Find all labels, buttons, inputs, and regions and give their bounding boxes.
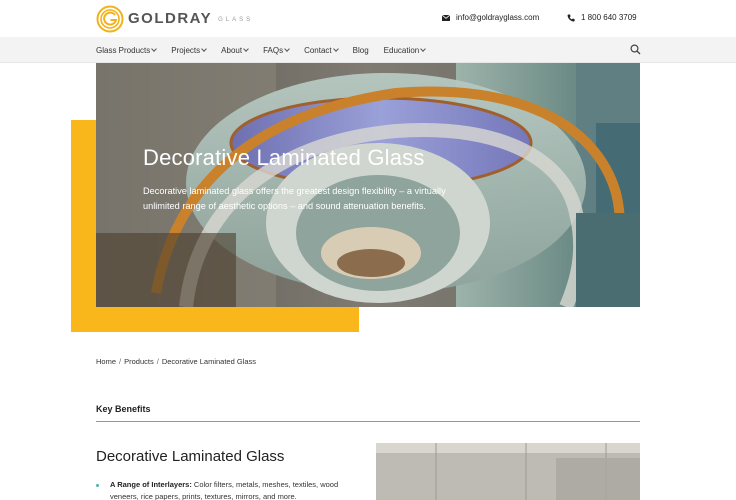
- glass-sample-image: [376, 443, 640, 500]
- nav-projects[interactable]: Projects: [171, 45, 207, 55]
- nav-items: Glass Products Projects About FAQs Conta…: [96, 37, 440, 63]
- top-bar: GOLDRAY GLASS info@goldrayglass.com 1 80…: [0, 0, 736, 37]
- chevron-down-icon: [243, 45, 249, 52]
- nav-education[interactable]: Education: [384, 45, 427, 55]
- breadcrumb-products[interactable]: Products: [124, 357, 154, 366]
- breadcrumb-separator: /: [119, 357, 122, 366]
- logo-wordmark: GOLDRAY: [128, 10, 213, 27]
- phone-icon: [567, 14, 575, 22]
- divider: [96, 421, 640, 422]
- chevron-down-icon: [151, 45, 158, 52]
- chevron-down-icon: [420, 45, 427, 52]
- list-item: A Range of Interlayers: Color filters, m…: [96, 479, 366, 500]
- chevron-down-icon: [284, 45, 290, 52]
- breadcrumb-home[interactable]: Home: [96, 357, 116, 366]
- breadcrumb-separator: /: [156, 357, 159, 366]
- nav-about[interactable]: About: [221, 45, 249, 55]
- hero-description: Decorative laminated glass offers the gr…: [143, 186, 446, 211]
- logo-subtitle: GLASS: [218, 16, 254, 23]
- hero-banner: Decorative Laminated Glass Decorative la…: [96, 63, 640, 307]
- chevron-down-icon: [201, 45, 207, 52]
- phone-link[interactable]: 1 800 640 3709: [567, 13, 637, 22]
- chevron-down-icon: [332, 45, 339, 52]
- bullet-label: A Range of Interlayers:: [110, 480, 192, 489]
- email-text: info@goldrayglass.com: [456, 13, 540, 22]
- envelope-icon: [442, 14, 450, 21]
- hero-title: Decorative Laminated Glass: [143, 145, 425, 170]
- nav-faqs[interactable]: FAQs: [263, 45, 290, 55]
- key-benefits-heading: Key Benefits: [96, 404, 151, 414]
- breadcrumb-current: Decorative Laminated Glass: [161, 357, 257, 366]
- benefits-list: A Range of Interlayers: Color filters, m…: [96, 479, 366, 500]
- nav-glass-products[interactable]: Glass Products: [96, 45, 158, 55]
- breadcrumb: Home / Products / Decorative Laminated G…: [96, 357, 256, 366]
- phone-text: 1 800 640 3709: [581, 13, 637, 22]
- nav-contact[interactable]: Contact: [304, 45, 339, 55]
- nav-blog[interactable]: Blog: [353, 46, 369, 55]
- goldray-logo-icon: [96, 5, 124, 32]
- section-title: Decorative Laminated Glass: [96, 448, 285, 465]
- goldray-logo[interactable]: GOLDRAY GLASS: [96, 4, 253, 33]
- search-icon[interactable]: [630, 44, 641, 55]
- main-nav: Glass Products Projects About FAQs Conta…: [0, 37, 736, 63]
- email-link[interactable]: info@goldrayglass.com: [442, 13, 539, 22]
